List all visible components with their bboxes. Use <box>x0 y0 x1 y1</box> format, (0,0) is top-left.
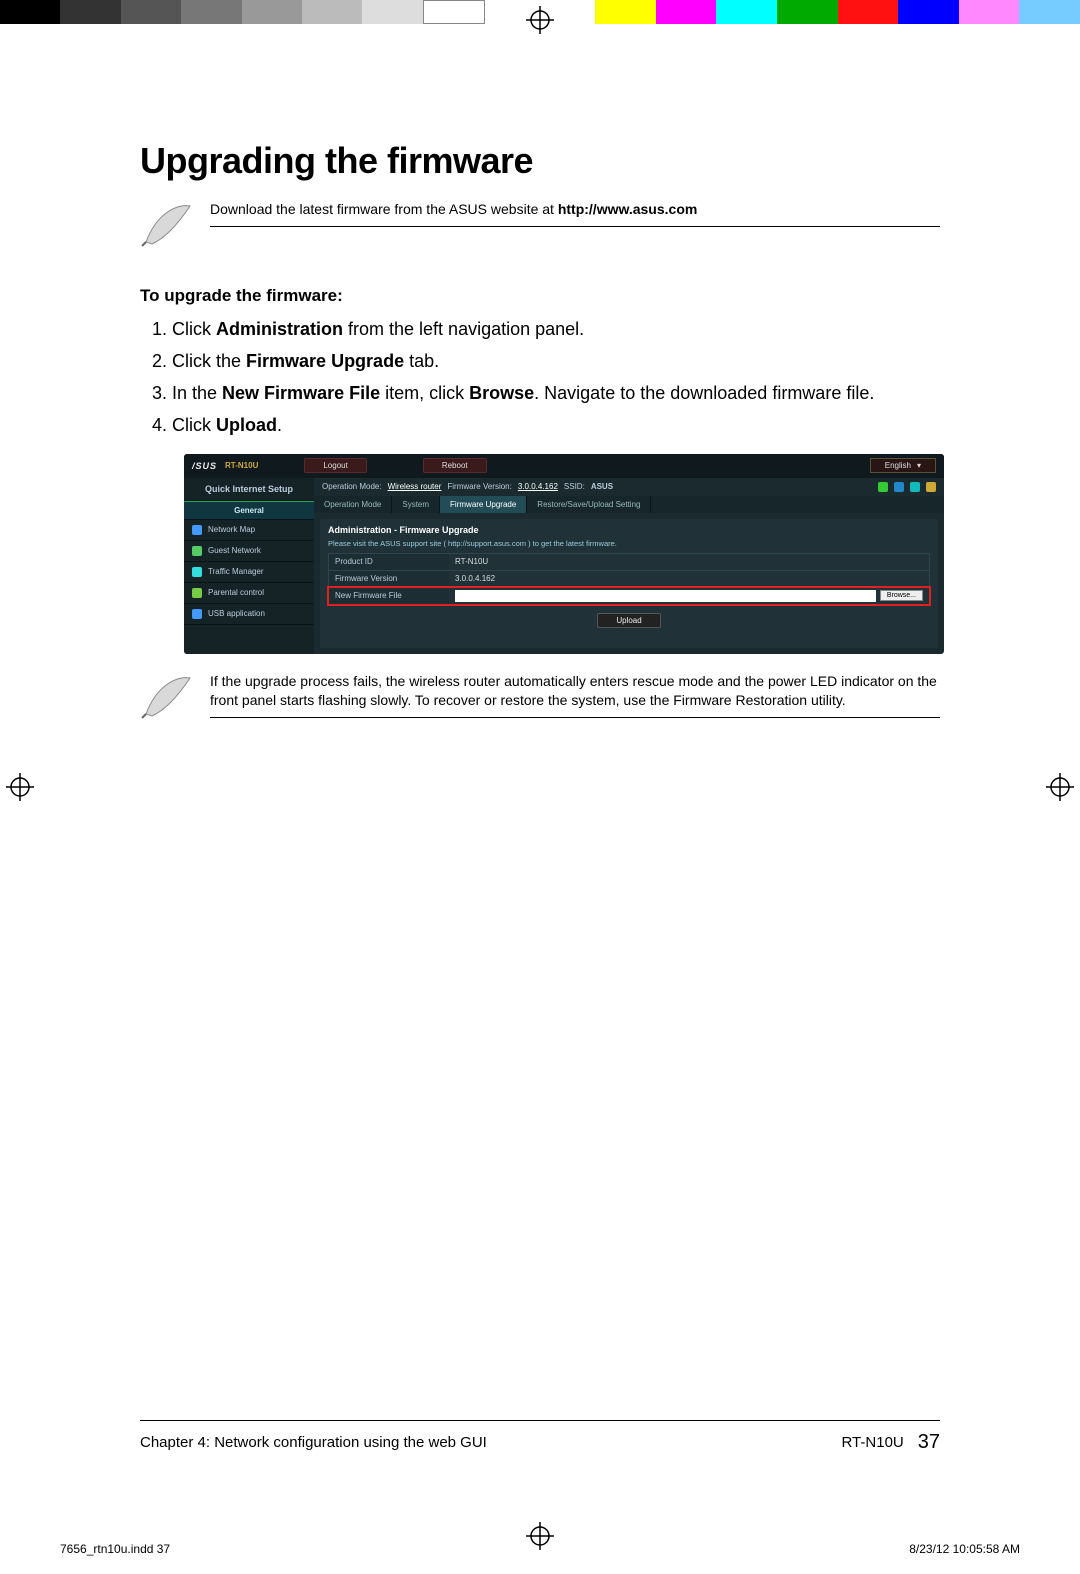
note-rescue: If the upgrade process fails, the wirele… <box>140 668 940 730</box>
sidebar-item-traffic-manager[interactable]: Traffic Manager <box>184 562 314 583</box>
router-model: RT-N10U <box>225 461 258 470</box>
note-text: Download the latest firmware from the AS… <box>210 201 697 217</box>
step-3: In the New Firmware File item, click Bro… <box>172 380 940 408</box>
tab-restore-save-upload[interactable]: Restore/Save/Upload Setting <box>527 496 651 513</box>
page-title: Upgrading the firmware <box>140 140 940 182</box>
registration-mark-icon <box>1046 773 1074 801</box>
sidebar-category-general: General <box>184 501 314 520</box>
slug-line: 7656_rtn10u.indd 37 8/23/12 10:05:58 AM <box>60 1542 1020 1556</box>
slug-file: 7656_rtn10u.indd 37 <box>60 1542 170 1556</box>
status-icon <box>894 482 904 492</box>
sidebar-item-network-map[interactable]: Network Map <box>184 520 314 541</box>
browse-button[interactable]: Browse... <box>880 590 923 601</box>
tab-operation-mode[interactable]: Operation Mode <box>314 496 392 513</box>
row-product-id: Product ID RT-N10U <box>328 553 930 571</box>
status-icon <box>878 482 888 492</box>
panel-title: Administration - Firmware Upgrade <box>328 525 930 535</box>
operation-mode-link[interactable]: Wireless router <box>388 482 442 491</box>
reboot-button[interactable]: Reboot <box>423 458 487 473</box>
registration-mark-icon <box>526 6 554 34</box>
chevron-down-icon: ▾ <box>917 461 921 470</box>
row-new-firmware-file: New Firmware File Browse... <box>328 587 930 605</box>
router-screenshot: /SUS RT-N10U Logout Reboot English▾ Quic… <box>184 454 944 654</box>
status-bar: Operation Mode: Wireless router Firmware… <box>314 478 944 496</box>
note-download: Download the latest firmware from the AS… <box>140 196 940 258</box>
globe-icon <box>192 525 202 535</box>
page-number: 37 <box>918 1431 940 1454</box>
firmware-file-input[interactable] <box>455 590 876 602</box>
step-2: Click the Firmware Upgrade tab. <box>172 348 940 376</box>
sidebar-item-guest-network[interactable]: Guest Network <box>184 541 314 562</box>
asus-logo: /SUS <box>192 461 217 471</box>
lock-icon <box>192 588 202 598</box>
row-firmware-version: Firmware Version 3.0.0.4.162 <box>328 570 930 588</box>
language-dropdown[interactable]: English▾ <box>870 458 936 473</box>
chapter-label: Chapter 4: Network configuration using t… <box>140 1434 842 1451</box>
tab-firmware-upgrade[interactable]: Firmware Upgrade <box>440 496 527 513</box>
sidebar-item-parental-control[interactable]: Parental control <box>184 583 314 604</box>
user-icon <box>192 546 202 556</box>
slug-date: 8/23/12 10:05:58 AM <box>909 1542 1020 1556</box>
step-1: Click Administration from the left navig… <box>172 316 940 344</box>
status-icon <box>910 482 920 492</box>
tab-bar: Operation Mode System Firmware Upgrade R… <box>314 496 944 513</box>
ssid-value: ASUS <box>591 482 613 491</box>
registration-mark-icon <box>6 773 34 801</box>
quick-internet-setup-button[interactable]: Quick Internet Setup <box>184 478 314 501</box>
usb-icon <box>192 609 202 619</box>
tab-system[interactable]: System <box>392 496 440 513</box>
steps-list: Click Administration from the left navig… <box>172 316 940 440</box>
steps-heading: To upgrade the firmware: <box>140 286 940 306</box>
chart-icon <box>192 567 202 577</box>
footer-model: RT-N10U <box>842 1434 904 1451</box>
pen-icon <box>140 672 196 720</box>
upload-button[interactable]: Upload <box>597 613 660 628</box>
firmware-version-link[interactable]: 3.0.0.4.162 <box>518 482 558 491</box>
panel-hint: Please visit the ASUS support site ( htt… <box>328 539 930 548</box>
pen-icon <box>140 200 196 248</box>
status-icon <box>926 482 936 492</box>
step-4: Click Upload. <box>172 412 940 440</box>
page-footer: Chapter 4: Network configuration using t… <box>140 1420 940 1454</box>
logout-button[interactable]: Logout <box>304 458 366 473</box>
note-text: If the upgrade process fails, the wirele… <box>210 673 937 709</box>
sidebar-item-usb-application[interactable]: USB application <box>184 604 314 625</box>
